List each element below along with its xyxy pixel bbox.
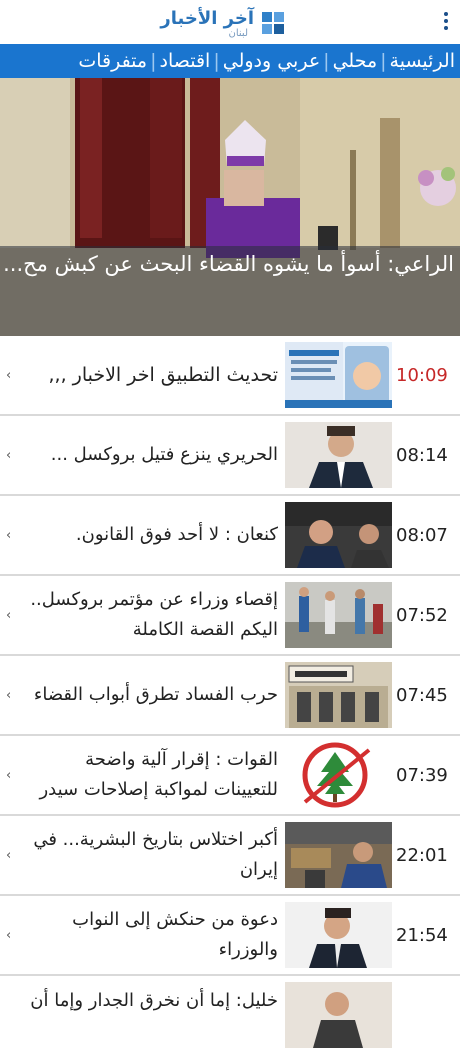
more-vert-icon[interactable] [442, 12, 450, 34]
chevron-left-icon: ‹ [6, 847, 12, 863]
news-time: 10:09 [396, 364, 448, 386]
app-logo[interactable]: آخر الأخبار لبنان [160, 6, 288, 40]
chevron-left-icon: ‹ [6, 527, 12, 543]
news-time: 07:45 [396, 684, 448, 706]
news-time: 22:01 [396, 844, 448, 866]
news-thumbnail [285, 342, 392, 408]
news-thumbnail [285, 422, 392, 488]
nav-item-local[interactable]: محلي [330, 50, 381, 72]
news-time: 07:52 [396, 604, 448, 626]
featured-title: الراعي: أسوأ ما يشوه القضاء البحث عن كبش… [3, 252, 454, 276]
nav-item-home[interactable]: الرئيسية [387, 50, 458, 72]
nav-item-arab-intl[interactable]: عربي ودولي [220, 50, 323, 72]
news-time: 08:07 [396, 524, 448, 546]
logo-subtitle: لبنان [228, 28, 248, 39]
featured-article[interactable]: الراعي: أسوأ ما يشوه القضاء البحث عن كبش… [0, 78, 460, 336]
news-time [396, 976, 454, 1054]
news-title: القوات : إقرار آلية واضحة للتعيينات لموا… [39, 749, 278, 800]
app-header: آخر الأخبار لبنان [0, 0, 460, 44]
news-item[interactable]: 08:14 الحريري ينزع فتيل بروكسل ... ‹ [0, 416, 460, 496]
news-item[interactable]: 07:45 حرب الفساد تطرق أبواب القضاء ‹ [0, 656, 460, 736]
news-thumbnail [285, 822, 392, 888]
nav-item-misc[interactable]: متفرقات [75, 50, 150, 72]
news-time: 21:54 [396, 924, 448, 946]
news-title: كنعان : لا أحد فوق القانون. [75, 524, 278, 545]
nav-item-economy[interactable]: اقتصاد [157, 50, 214, 72]
news-thumbnail [285, 662, 392, 728]
chevron-left-icon: ‹ [6, 687, 12, 703]
category-nav: الرئيسية | محلي | عربي ودولي | اقتصاد | … [0, 44, 460, 78]
news-item[interactable]: 07:52 إقصاء وزراء عن مؤتمر بروكسل.. اليك… [0, 576, 460, 656]
news-item[interactable]: 07:39 القوات : إقرار آلية واضحة للتعيينا… [0, 736, 460, 816]
news-title: خليل: إما أن نخرق الجدار وإما أن [30, 990, 278, 1011]
logo-mark-icon [261, 12, 285, 34]
news-thumbnail [285, 982, 392, 1048]
news-item[interactable]: 08:07 كنعان : لا أحد فوق القانون. ‹ [0, 496, 460, 576]
news-title: دعوة من حنكش إلى النواب والوزراء [72, 909, 278, 960]
news-thumbnail [285, 502, 392, 568]
logo-title: آخر الأخبار [160, 8, 254, 29]
news-title: إقصاء وزراء عن مؤتمر بروكسل.. اليكم القص… [30, 589, 278, 640]
news-time: 08:14 [396, 444, 448, 466]
news-thumbnail [285, 902, 392, 968]
chevron-left-icon: ‹ [6, 367, 12, 383]
news-title: تحديث التطبيق اخر الاخبار ,,, [48, 364, 278, 386]
news-title: حرب الفساد تطرق أبواب القضاء [33, 684, 278, 705]
news-thumbnail [285, 742, 392, 808]
chevron-left-icon: ‹ [6, 767, 12, 783]
chevron-left-icon: ‹ [6, 927, 12, 943]
news-thumbnail [285, 582, 392, 648]
news-item[interactable]: 21:54 دعوة من حنكش إلى النواب والوزراء ‹ [0, 896, 460, 976]
news-item[interactable]: 22:01 أكبر اختلاس بتاريخ البشرية... في إ… [0, 816, 460, 896]
news-title: أكبر اختلاس بتاريخ البشرية... في إيران [33, 829, 278, 880]
news-title: الحريري ينزع فتيل بروكسل ... [50, 444, 278, 465]
news-item[interactable]: خليل: إما أن نخرق الجدار وإما أن [0, 976, 460, 1054]
news-time: 07:39 [396, 764, 448, 786]
chevron-left-icon: ‹ [6, 447, 12, 463]
chevron-left-icon: ‹ [6, 607, 12, 623]
news-item[interactable]: 10:09 تحديث التطبيق اخر الاخبار ,,, ‹ [0, 336, 460, 416]
